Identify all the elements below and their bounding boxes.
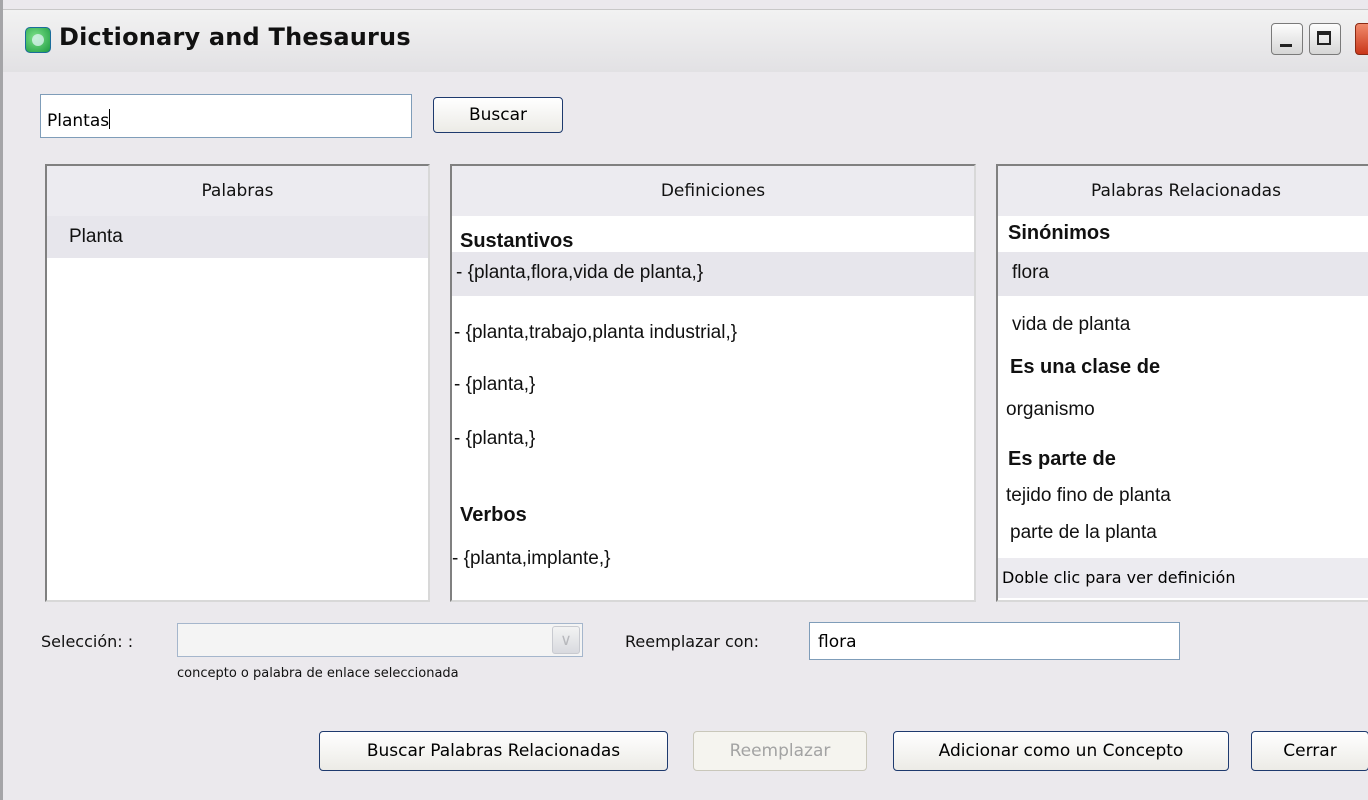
palabras-panel: Palabras Planta (45, 164, 430, 602)
close-icon[interactable] (1355, 23, 1368, 55)
app-icon (25, 27, 51, 53)
sinonimos-heading: Sinónimos (1008, 222, 1111, 244)
reemplazar-button[interactable]: Reemplazar (693, 731, 867, 771)
definicion-item[interactable]: - {planta,} (454, 374, 535, 396)
window-title: Dictionary and Thesaurus (59, 23, 411, 51)
related-item[interactable]: parte de la planta (1010, 522, 1157, 544)
parte-heading: Es parte de (1008, 448, 1116, 470)
related-item[interactable]: vida de planta (1012, 314, 1130, 336)
related-item[interactable]: flora (1012, 262, 1049, 284)
cerrar-button[interactable]: Cerrar (1251, 731, 1368, 771)
sinonimo-selected-row[interactable] (998, 252, 1368, 296)
minimize-icon[interactable] (1271, 23, 1303, 55)
definicion-item[interactable]: - {planta,flora,vida de planta,} (456, 262, 703, 284)
reemplazar-label: Reemplazar con: (625, 632, 760, 651)
definicion-item[interactable]: - {planta,} (454, 428, 535, 450)
verbos-heading: Verbos (460, 504, 527, 526)
seleccion-hint: concepto o palabra de enlace seleccionad… (177, 666, 459, 681)
text-caret (109, 109, 111, 129)
chevron-down-icon[interactable]: ∨ (552, 626, 580, 654)
relacionadas-header: Palabras Relacionadas (998, 166, 1368, 216)
search-input[interactable]: Plantas (40, 94, 412, 138)
palabras-item-planta[interactable]: Planta (69, 226, 123, 248)
buscar-relacionadas-button[interactable]: Buscar Palabras Relacionadas (319, 731, 668, 771)
adicionar-concepto-button[interactable]: Adicionar como un Concepto (893, 731, 1229, 771)
reemplazar-input[interactable]: flora (809, 622, 1180, 660)
sustantivos-heading: Sustantivos (460, 230, 574, 252)
maximize-icon[interactable] (1309, 23, 1341, 55)
relacionadas-panel: Palabras Relacionadas Sinónimos flora vi… (996, 164, 1368, 602)
search-input-value: Plantas (47, 111, 110, 131)
seleccion-combobox[interactable]: ∨ (177, 623, 583, 657)
definicion-item[interactable]: - {planta,implante,} (452, 548, 610, 570)
buscar-button[interactable]: Buscar (433, 97, 563, 133)
palabras-header: Palabras (47, 166, 428, 216)
definiciones-panel: Definiciones Sustantivos - {planta,flora… (450, 164, 976, 602)
double-click-hint: Doble clic para ver definición (998, 558, 1368, 598)
related-item[interactable]: tejido fino de planta (1006, 485, 1171, 507)
definicion-item[interactable]: - {planta,trabajo,planta industrial,} (454, 322, 737, 344)
related-item[interactable]: organismo (1006, 399, 1095, 421)
dictionary-window: Dictionary and Thesaurus Plantas Buscar … (0, 0, 1368, 800)
clase-heading: Es una clase de (1010, 356, 1161, 378)
title-bar[interactable]: Dictionary and Thesaurus (3, 9, 1368, 72)
definiciones-header: Definiciones (452, 166, 974, 216)
seleccion-label: Selección: : (41, 632, 134, 651)
